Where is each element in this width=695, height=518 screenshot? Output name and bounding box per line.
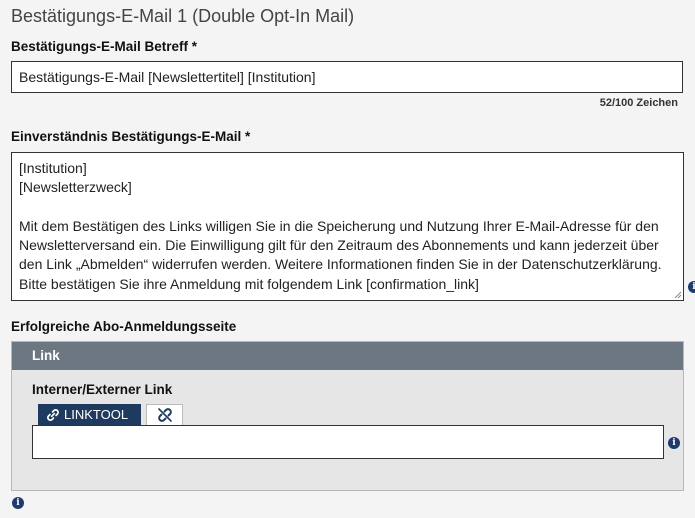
link-field-label: Interner/Externer Link (32, 382, 173, 397)
link-panel: Link Interner/Externer Link LINKTOOL (11, 341, 684, 491)
success-page-label: Erfolgreiche Abo-Anmeldungsseite (11, 319, 237, 334)
section-title: Bestätigungs-E-Mail 1 (Double Opt-In Mai… (11, 6, 355, 26)
subject-label: Bestätigungs-E-Mail Betreff * (11, 39, 198, 54)
subject-input[interactable] (11, 61, 683, 93)
resize-grip-icon[interactable] (674, 291, 682, 299)
consent-label: Einverständnis Bestätigungs-E-Mail * (11, 129, 251, 144)
consent-info-icon[interactable]: i (688, 281, 695, 293)
link-info-icon[interactable]: i (668, 437, 680, 449)
linktool-tab-label: LINKTOOL (64, 407, 129, 422)
link-input[interactable] (32, 425, 664, 459)
unlink-icon (157, 408, 172, 422)
unlink-tab[interactable] (146, 404, 183, 425)
linktool-tab[interactable]: LINKTOOL (38, 404, 141, 425)
subject-char-counter: 52/100 Zeichen (599, 97, 678, 109)
link-panel-header: Link (12, 342, 683, 370)
consent-textarea[interactable]: [Institution] [Newsletterzweck] Mit dem … (11, 152, 684, 301)
success-page-info-icon[interactable]: i (12, 497, 24, 509)
link-icon (47, 408, 59, 421)
